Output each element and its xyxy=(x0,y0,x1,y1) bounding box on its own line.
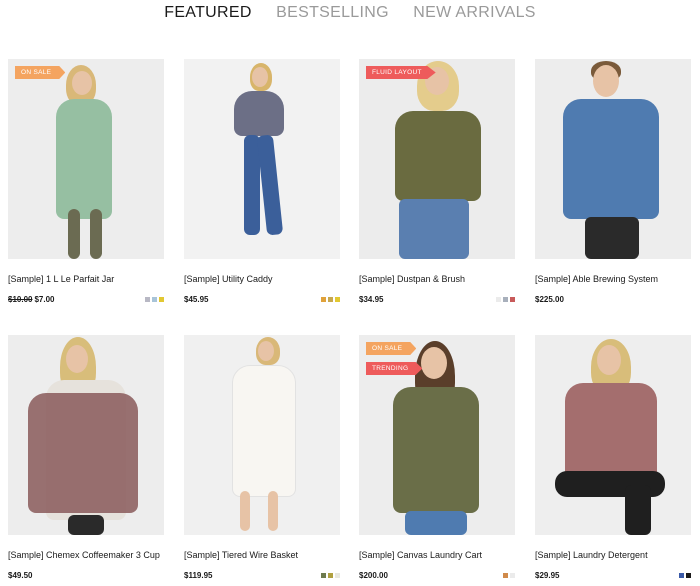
product-price: $225.00 xyxy=(535,295,564,304)
product-price: $119.95 xyxy=(184,571,213,580)
product-name[interactable]: [Sample] Able Brewing System xyxy=(535,273,691,286)
product-price: $29.95 xyxy=(535,571,560,580)
product-image[interactable] xyxy=(535,335,691,535)
product-price: $34.95 xyxy=(359,295,384,304)
product-name[interactable]: [Sample] Dustpan & Brush xyxy=(359,273,515,286)
product-card[interactable]: ON SALE TRENDING [Sample] Canvas Laundry… xyxy=(359,335,515,580)
product-image[interactable]: FLUID LAYOUT xyxy=(359,59,515,259)
product-name[interactable]: [Sample] Utility Caddy xyxy=(184,273,340,286)
product-price: $10.00 $7.00 xyxy=(8,295,55,304)
product-price: $200.00 xyxy=(359,571,388,580)
product-price: $49.50 xyxy=(8,571,33,580)
tab-new-arrivals[interactable]: NEW ARRIVALS xyxy=(413,4,535,22)
product-card[interactable]: [Sample] Able Brewing System $225.00 xyxy=(535,59,691,304)
product-card[interactable]: [Sample] Chemex Coffeemaker 3 Cup $49.50 xyxy=(8,335,164,580)
sale-badge: ON SALE xyxy=(15,66,66,79)
sale-badge: ON SALE xyxy=(366,342,417,355)
trending-badge: TRENDING xyxy=(366,362,423,375)
swatch[interactable] xyxy=(496,297,501,302)
swatch[interactable] xyxy=(686,573,691,578)
swatch[interactable] xyxy=(321,297,326,302)
color-swatches xyxy=(321,573,340,578)
product-name[interactable]: [Sample] Canvas Laundry Cart xyxy=(359,549,515,562)
product-price: $45.95 xyxy=(184,295,209,304)
swatch[interactable] xyxy=(679,573,684,578)
product-image[interactable] xyxy=(8,335,164,535)
swatch[interactable] xyxy=(510,297,515,302)
color-swatches xyxy=(679,573,691,578)
product-card[interactable]: ON SALE [Sample] 1 L Le Parfait Jar $10.… xyxy=(8,59,164,304)
fluid-layout-badge: FLUID LAYOUT xyxy=(366,66,436,79)
swatch[interactable] xyxy=(503,573,508,578)
color-swatches xyxy=(145,297,164,302)
old-price: $10.00 xyxy=(8,295,33,304)
swatch[interactable] xyxy=(328,573,333,578)
color-swatches xyxy=(503,573,515,578)
swatch[interactable] xyxy=(335,297,340,302)
product-image[interactable] xyxy=(184,335,340,535)
product-card[interactable]: [Sample] Tiered Wire Basket $119.95 xyxy=(184,335,340,580)
product-image[interactable]: ON SALE TRENDING xyxy=(359,335,515,535)
swatch[interactable] xyxy=(328,297,333,302)
tab-featured[interactable]: FEATURED xyxy=(164,4,251,22)
product-tabs: FEATURED BESTSELLING NEW ARRIVALS xyxy=(0,4,700,22)
product-card[interactable]: [Sample] Laundry Detergent $29.95 xyxy=(535,335,691,580)
product-name[interactable]: [Sample] Laundry Detergent xyxy=(535,549,691,562)
product-card[interactable]: [Sample] Utility Caddy $45.95 xyxy=(184,59,340,304)
swatch[interactable] xyxy=(321,573,326,578)
product-name[interactable]: [Sample] Tiered Wire Basket xyxy=(184,549,340,562)
swatch[interactable] xyxy=(503,297,508,302)
swatch[interactable] xyxy=(335,573,340,578)
swatch[interactable] xyxy=(159,297,164,302)
product-image[interactable] xyxy=(535,59,691,259)
color-swatches xyxy=(321,297,340,302)
swatch[interactable] xyxy=(145,297,150,302)
product-image[interactable]: ON SALE xyxy=(8,59,164,259)
color-swatches xyxy=(496,297,515,302)
swatch[interactable] xyxy=(510,573,515,578)
product-card[interactable]: FLUID LAYOUT [Sample] Dustpan & Brush $3… xyxy=(359,59,515,304)
tab-bestselling[interactable]: BESTSELLING xyxy=(276,4,389,22)
product-name[interactable]: [Sample] 1 L Le Parfait Jar xyxy=(8,273,164,286)
product-image[interactable] xyxy=(184,59,340,259)
swatch[interactable] xyxy=(152,297,157,302)
product-name[interactable]: [Sample] Chemex Coffeemaker 3 Cup xyxy=(8,549,164,562)
